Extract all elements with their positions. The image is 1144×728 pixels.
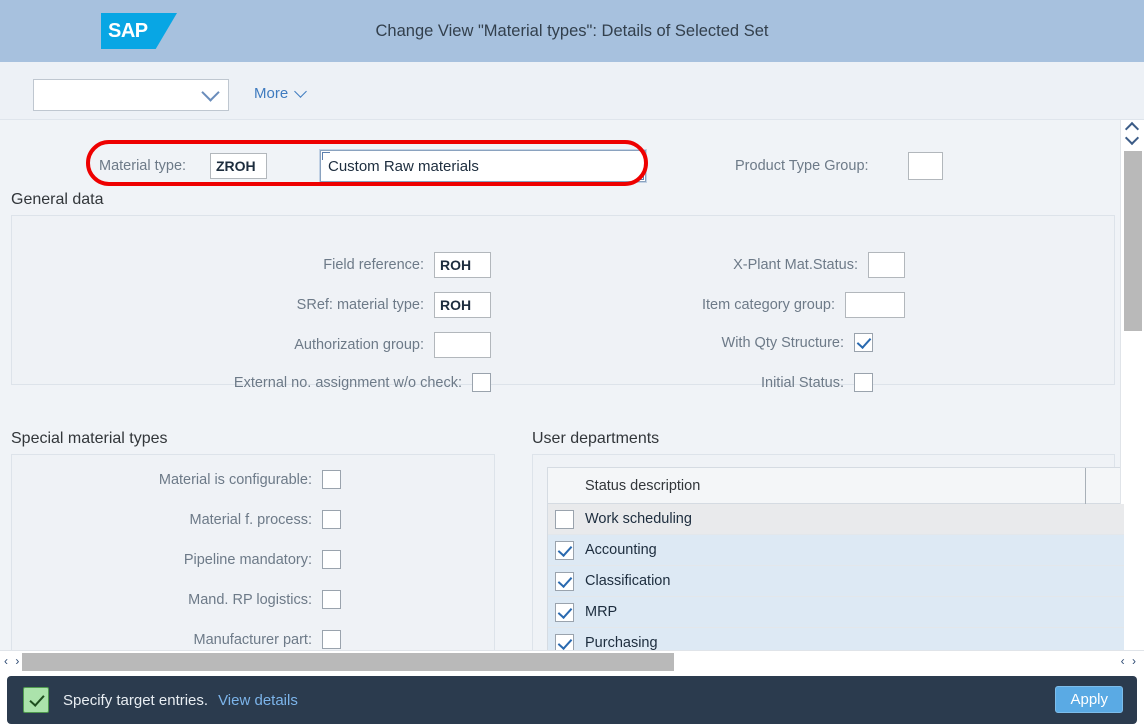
footer: Specify target entries. View details App… <box>0 672 1144 728</box>
row-checkbox-cell <box>548 571 580 591</box>
message-text: Specify target entries. <box>63 691 209 709</box>
scroll-left-right-icons[interactable]: ‹ › <box>4 655 21 667</box>
material-f-process-checkbox[interactable] <box>322 510 341 529</box>
field-row-manufacturer-part: Manufacturer part: <box>11 630 341 649</box>
authorization-group-label: Authorization group: <box>294 337 424 353</box>
x-plant-mat-status-label: X-Plant Mat.Status: <box>733 257 858 273</box>
apply-button[interactable]: Apply <box>1055 686 1123 713</box>
row-checkbox-cell <box>548 540 580 560</box>
field-row-x-plant-mat-status: X-Plant Mat.Status: <box>600 252 905 278</box>
row-label: Accounting <box>585 542 657 558</box>
special-material-types-title: Special material types <box>11 430 168 447</box>
chevron-down-icon <box>294 85 308 98</box>
field-row-material-f-process: Material f. process: <box>11 510 341 529</box>
row-checkbox[interactable] <box>554 602 574 622</box>
mand-rp-logistics-label: Mand. RP logistics: <box>188 591 312 608</box>
variant-select[interactable] <box>33 79 229 111</box>
main-horizontal-scrollbar[interactable]: ‹ › ‹ › <box>0 650 1144 672</box>
with-qty-structure-checkbox[interactable] <box>854 333 873 352</box>
scroll-down-icon[interactable] <box>1127 135 1137 141</box>
field-row-authorization-group: Authorization group: <box>11 332 491 358</box>
authorization-group-input[interactable] <box>434 332 491 358</box>
manufacturer-part-label: Manufacturer part: <box>193 631 312 648</box>
table-row[interactable]: MRP <box>548 597 1124 628</box>
scrollbar-thumb[interactable] <box>22 653 674 671</box>
shell-header: SAP Change View "Material types": Detail… <box>0 0 1144 62</box>
field-reference-input[interactable]: ROH <box>434 252 491 278</box>
field-row-field-reference: Field reference: ROH <box>11 252 491 278</box>
material-f-process-label: Material f. process: <box>189 511 313 528</box>
field-row-mand-rp-logistics: Mand. RP logistics: <box>11 590 341 609</box>
row-label: MRP <box>585 604 618 620</box>
scroll-up-icon[interactable] <box>1127 124 1137 130</box>
row-checkbox[interactable] <box>554 540 574 560</box>
row-checkbox[interactable] <box>554 571 574 591</box>
view-details-link[interactable]: View details <box>218 692 298 709</box>
with-qty-structure-label: With Qty Structure: <box>721 334 844 351</box>
material-type-row: Material type: ZROH Custom Raw materials… <box>0 148 1100 190</box>
pipeline-mandatory-checkbox[interactable] <box>322 550 341 569</box>
field-row-with-qty-structure: With Qty Structure: <box>600 333 873 352</box>
material-type-description-input[interactable]: Custom Raw materials <box>319 149 647 183</box>
scroll-left-right-icons[interactable]: ‹ › <box>1121 655 1138 667</box>
material-type-label: Material type: <box>99 158 187 174</box>
page-title: Change View "Material types": Details of… <box>375 21 769 40</box>
user-departments-title: User departments <box>532 430 660 447</box>
item-category-group-label: Item category group: <box>702 297 835 313</box>
column-header-status-description[interactable]: Status description <box>580 478 1124 494</box>
field-row-pipeline-mandatory: Pipeline mandatory: <box>11 550 341 569</box>
success-check-icon <box>23 687 49 713</box>
row-label: Work scheduling <box>585 511 692 527</box>
x-plant-mat-status-input[interactable] <box>868 252 905 278</box>
table-header-row: Status description <box>548 468 1124 504</box>
form-content-area: Material type: ZROH Custom Raw materials… <box>0 120 1144 650</box>
manufacturer-part-checkbox[interactable] <box>322 630 341 649</box>
general-data-title: General data <box>11 191 104 208</box>
initial-status-checkbox[interactable] <box>854 373 873 392</box>
user-departments-table: Status description Work scheduling Accou… <box>547 467 1125 650</box>
pipeline-mandatory-label: Pipeline mandatory: <box>183 551 312 568</box>
row-label: Classification <box>585 573 671 589</box>
field-row-sref-material-type: SRef: material type: ROH <box>11 292 491 318</box>
sap-application-window: SAP Change View "Material types": Detail… <box>0 0 1144 728</box>
field-row-material-is-configurable: Material is configurable: <box>11 470 341 489</box>
row-checkbox-cell <box>548 509 580 529</box>
sref-material-type-input[interactable]: ROH <box>434 292 491 318</box>
product-type-group-label: Product Type Group: <box>735 158 869 174</box>
field-row-item-category-group: Item category group: <box>600 292 905 318</box>
mand-rp-logistics-checkbox[interactable] <box>322 590 341 609</box>
scroll-arrows[interactable] <box>1125 124 1141 148</box>
row-label: Purchasing <box>585 635 658 650</box>
row-checkbox-cell <box>548 602 580 622</box>
material-is-configurable-checkbox[interactable] <box>322 470 341 489</box>
external-no-assignment-label: External no. assignment w/o check: <box>233 374 462 391</box>
field-row-initial-status: Initial Status: <box>600 373 873 392</box>
material-type-code-field[interactable]: ZROH <box>210 153 267 179</box>
initial-status-label: Initial Status: <box>760 374 844 391</box>
table-row[interactable]: Purchasing <box>548 628 1124 650</box>
field-reference-label: Field reference: <box>323 257 424 273</box>
message-bar: Specify target entries. View details App… <box>7 676 1137 724</box>
more-menu-label: More <box>254 85 289 102</box>
external-no-assignment-checkbox[interactable] <box>472 373 491 392</box>
row-checkbox[interactable] <box>554 509 574 529</box>
row-checkbox-cell <box>548 633 580 650</box>
sref-material-type-label: SRef: material type: <box>296 297 424 313</box>
row-checkbox[interactable] <box>554 633 574 650</box>
table-row[interactable]: Accounting <box>548 535 1124 566</box>
material-is-configurable-label: Material is configurable: <box>158 471 312 488</box>
product-type-group-field[interactable] <box>908 152 943 180</box>
scrollbar-thumb[interactable] <box>1124 151 1142 331</box>
table-row[interactable]: Work scheduling <box>548 504 1124 535</box>
field-row-external-no-assignment: External no. assignment w/o check: <box>11 373 491 392</box>
chevron-down-icon <box>201 83 220 102</box>
item-category-group-input[interactable] <box>845 292 905 318</box>
more-menu-button[interactable]: More <box>254 85 308 102</box>
table-row[interactable]: Classification <box>548 566 1124 597</box>
